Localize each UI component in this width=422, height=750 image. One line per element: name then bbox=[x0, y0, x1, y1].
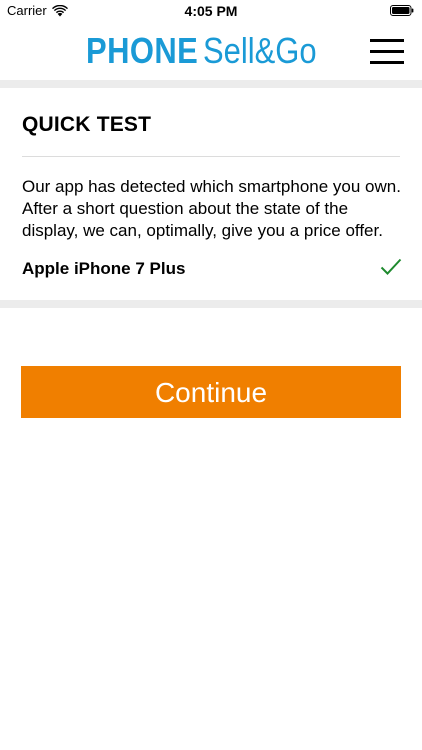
continue-button[interactable]: Continue bbox=[21, 366, 401, 418]
status-time: 4:05 PM bbox=[184, 3, 238, 19]
battery-icon bbox=[390, 5, 414, 16]
app-header: PHONE Sell&Go bbox=[0, 22, 422, 80]
header-separator bbox=[0, 80, 422, 88]
menu-bar-top bbox=[370, 39, 404, 42]
logo-phone-text: PHONE bbox=[86, 30, 199, 71]
logo-sellgo-text: Sell&Go bbox=[203, 30, 317, 71]
app-logo[interactable]: PHONE Sell&Go bbox=[86, 32, 335, 70]
menu-bar-middle bbox=[370, 50, 404, 53]
status-bar: Carrier 4:05 PM bbox=[0, 0, 422, 22]
menu-bar-bottom bbox=[370, 61, 404, 64]
card-separator bbox=[0, 300, 422, 308]
hamburger-menu-icon[interactable] bbox=[370, 39, 404, 65]
check-icon bbox=[380, 258, 402, 275]
card-description: Our app has detected which smartphone yo… bbox=[22, 177, 401, 240]
card-divider bbox=[22, 156, 400, 157]
card-title: QUICK TEST bbox=[22, 113, 152, 136]
quick-test-card: QUICK TEST Our app has detected which sm… bbox=[0, 88, 422, 300]
detected-device-row: Apple iPhone 7 Plus bbox=[22, 258, 402, 282]
device-name: Apple iPhone 7 Plus bbox=[22, 259, 186, 278]
